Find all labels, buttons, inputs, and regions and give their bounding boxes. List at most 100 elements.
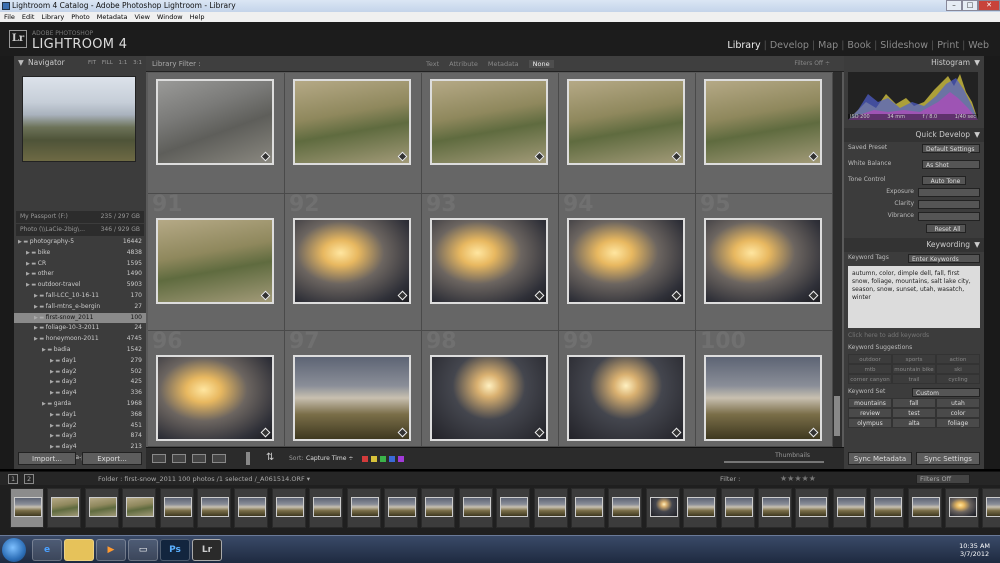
keyword-suggestion[interactable]: trail <box>892 374 936 384</box>
photo-thumbnail[interactable] <box>430 218 548 304</box>
loupe-view-icon[interactable] <box>172 454 186 463</box>
auto-tone-button[interactable]: Auto Tone <box>922 175 966 185</box>
sync-metadata-button[interactable]: Sync Metadata <box>848 452 912 465</box>
badge-icon[interactable] <box>260 290 271 301</box>
filter-attribute[interactable]: Attribute <box>449 60 478 68</box>
grid-cell[interactable]: 98 <box>422 329 559 447</box>
media-player-icon[interactable]: ▶ <box>96 539 126 561</box>
module-develop[interactable]: Develop <box>767 40 812 51</box>
menu-edit[interactable]: Edit <box>22 12 35 22</box>
filmstrip-thumbnail[interactable] <box>275 497 304 517</box>
folder-item[interactable]: day1 279 <box>14 356 146 367</box>
filmstrip-cell[interactable] <box>309 488 344 528</box>
folder-item[interactable]: CR 1595 <box>14 259 146 270</box>
folder-item[interactable]: day1 368 <box>14 410 146 421</box>
badge-icon[interactable] <box>397 151 408 162</box>
grid-scrollbar[interactable] <box>833 72 842 447</box>
filmstrip-thumbnail[interactable] <box>949 497 977 517</box>
saved-preset-dropdown[interactable]: Default Settings <box>922 143 980 153</box>
module-book[interactable]: Book <box>844 40 874 51</box>
grid-cell[interactable]: 92 <box>285 192 422 331</box>
keywording-header[interactable]: Keywording ▼ <box>844 238 984 252</box>
folder-item[interactable]: foliage-10-3-2011 24 <box>14 323 146 334</box>
minimize-button[interactable]: – <box>946 0 962 11</box>
right-edge-toggle[interactable] <box>984 56 1000 469</box>
zoom-fill[interactable]: FILL <box>102 60 113 66</box>
filmstrip-thumbnail[interactable] <box>350 497 379 517</box>
filmstrip-thumbnail[interactable] <box>88 497 117 517</box>
export-button[interactable]: Export... <box>82 452 142 465</box>
grid-cell[interactable]: 99 <box>559 329 696 447</box>
filmstrip-cell[interactable] <box>758 488 792 528</box>
filmstrip-thumbnail[interactable] <box>762 497 790 517</box>
photo-thumbnail[interactable] <box>293 218 411 304</box>
filmstrip-thumbnail[interactable] <box>874 497 903 517</box>
filmstrip-cell[interactable] <box>608 488 643 528</box>
color-label-swatch[interactable] <box>362 456 368 462</box>
quick-develop-header[interactable]: Quick Develop ▼ <box>844 128 984 142</box>
photo-thumbnail[interactable] <box>567 218 685 304</box>
keyword-suggestion[interactable]: ski <box>936 364 980 374</box>
filmstrip-cell[interactable] <box>458 488 493 528</box>
filmstrip-cell[interactable] <box>122 488 157 528</box>
keyword-suggestion[interactable]: mtb <box>848 364 892 374</box>
volume-row[interactable]: Photo (\\LaCie-2big\... 346 / 929 GB <box>16 224 144 236</box>
keyword-set-item[interactable]: utah <box>936 398 980 408</box>
filmstrip-thumbnail[interactable] <box>986 497 1000 517</box>
zoom-fit[interactable]: FIT <box>88 60 96 66</box>
filmstrip-thumbnail[interactable] <box>575 497 603 517</box>
left-edge-toggle[interactable] <box>0 56 14 469</box>
filmstrip-thumbnail[interactable] <box>649 497 678 517</box>
keyword-set-item[interactable]: mountains <box>848 398 892 408</box>
keyword-suggestion[interactable]: outdoor <box>848 354 892 364</box>
filmstrip-thumbnail[interactable] <box>799 497 828 517</box>
badge-icon[interactable] <box>671 290 682 301</box>
grid-cell[interactable]: 97 <box>285 329 422 447</box>
filters-off-dropdown[interactable]: Filters Off ÷ <box>794 60 830 67</box>
histogram-header[interactable]: Histogram ▼ <box>844 56 984 70</box>
menu-window[interactable]: Window <box>157 12 183 22</box>
filmstrip-cell[interactable] <box>10 488 44 528</box>
keyword-tags-field[interactable]: autumn, color, dimple dell, fall, first … <box>848 266 980 328</box>
photo-thumbnail[interactable] <box>704 355 822 441</box>
navigator-preview[interactable] <box>22 76 136 162</box>
badge-icon[interactable] <box>534 151 545 162</box>
filmstrip-cell[interactable] <box>645 488 680 528</box>
photo-thumbnail[interactable] <box>430 355 548 441</box>
filmstrip-thumbnail[interactable] <box>687 497 716 517</box>
folder-item[interactable]: photography-5 16442 <box>14 237 146 248</box>
thumbnail-size-slider[interactable] <box>724 461 824 463</box>
photo-thumbnail[interactable] <box>567 355 685 441</box>
folder-item[interactable]: first-snow_2011 100 <box>14 312 146 324</box>
color-label-swatch[interactable] <box>389 456 395 462</box>
badge-icon[interactable] <box>808 151 819 162</box>
photo-thumbnail[interactable] <box>293 355 411 441</box>
sync-settings-button[interactable]: Sync Settings <box>916 452 980 465</box>
filmstrip-cell[interactable] <box>720 488 755 528</box>
keyword-suggestion[interactable]: corner canyon <box>848 374 892 384</box>
filmstrip-thumbnail[interactable] <box>51 497 80 517</box>
filmstrip-cell[interactable] <box>832 488 867 528</box>
keyword-set-item[interactable]: alta <box>892 418 936 428</box>
filmstrip-cell[interactable] <box>496 488 531 528</box>
menu-view[interactable]: View <box>135 12 150 22</box>
grid-cell[interactable]: 100 <box>696 329 833 447</box>
filmstrip-filters-dropdown[interactable]: Filters Off <box>916 474 971 484</box>
filmstrip-thumbnail[interactable] <box>238 497 267 517</box>
folder-item[interactable]: day3 874 <box>14 431 146 442</box>
filmstrip-thumbnail[interactable] <box>612 497 641 517</box>
filmstrip-cell[interactable] <box>533 488 568 528</box>
rating-filter-stars[interactable]: ★★★★★ <box>780 474 816 483</box>
filmstrip-cell[interactable] <box>159 488 194 528</box>
filmstrip-thumbnail[interactable] <box>14 497 42 517</box>
exposure-stepper[interactable] <box>918 187 980 197</box>
histogram-graph[interactable]: ISO 200 34 mm f / 8.0 1/40 sec <box>848 72 978 120</box>
maximize-button[interactable]: □ <box>962 0 978 11</box>
folder-item[interactable]: garda 1968 <box>14 399 146 410</box>
grid-cell[interactable]: 95 <box>696 192 833 331</box>
zoom-3-1[interactable]: 3:1 <box>133 60 142 66</box>
grid-view-icon[interactable] <box>152 454 166 463</box>
keyword-suggestion[interactable]: action <box>936 354 980 364</box>
folder-item[interactable]: day4 336 <box>14 388 146 399</box>
filmstrip-cell[interactable] <box>982 488 1000 528</box>
